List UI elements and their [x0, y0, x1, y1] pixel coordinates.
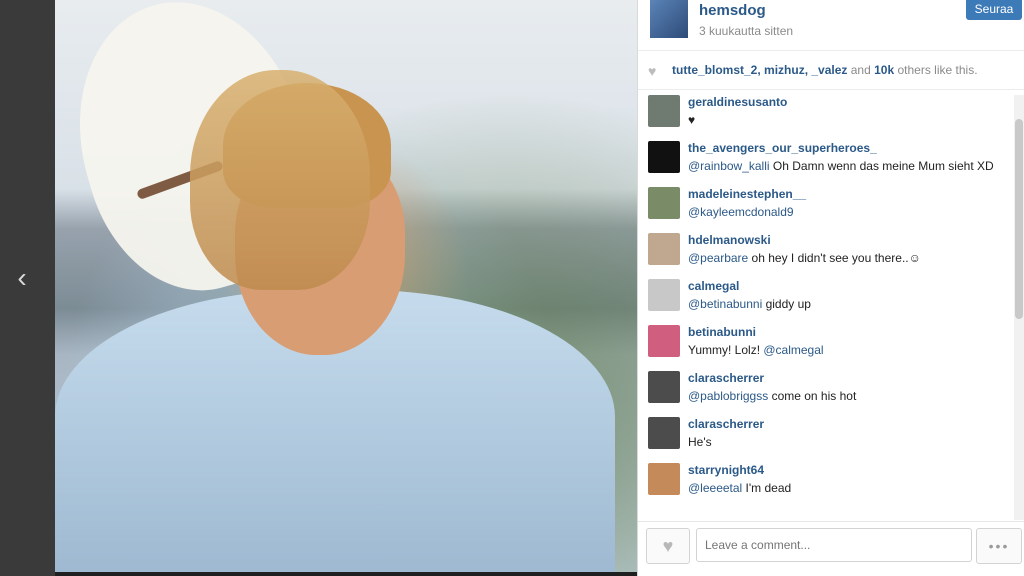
- photo-hair-shape: [223, 83, 391, 208]
- likes-text: tutte_blomst_2, mizhuz, _valez and 10k o…: [672, 63, 978, 77]
- comment-message: I'm dead: [742, 481, 792, 495]
- comment-avatar[interactable]: [648, 463, 680, 495]
- comment-text: @kayleemcdonald9: [688, 204, 1008, 221]
- comment-avatar[interactable]: [648, 233, 680, 265]
- comments-scrollbar[interactable]: [1014, 95, 1024, 520]
- comment-body: betinabunni Yummy! Lolz! @calmegal: [688, 325, 1008, 371]
- comment-item: geraldinesusanto ♥: [638, 95, 1015, 141]
- comment-item: clarascherrer He's: [638, 417, 1015, 463]
- comment-item: betinabunni Yummy! Lolz! @calmegal: [638, 325, 1015, 371]
- comment-body: starrynight64 @leeeetal I'm dead: [688, 463, 1008, 509]
- comment-text: @pearbare oh hey I didn't see you there.…: [688, 250, 1008, 267]
- scrollbar-thumb[interactable]: [1015, 119, 1023, 319]
- post-header: hemsdog 3 kuukautta sitten Seuraa: [638, 0, 1024, 51]
- follow-button[interactable]: Seuraa: [966, 0, 1022, 20]
- likes-count[interactable]: 10k: [874, 63, 894, 77]
- back-chevron-icon[interactable]: ‹: [8, 258, 36, 298]
- more-options-button[interactable]: •••: [976, 528, 1022, 564]
- heart-icon: ♥: [662, 535, 674, 556]
- comment-item: the_avengers_our_superheroes_ @rainbow_k…: [638, 141, 1015, 187]
- comment-body: geraldinesusanto ♥: [688, 95, 1008, 141]
- comment-message: Yummy! Lolz!: [688, 343, 764, 357]
- heart-icon: ♥: [648, 63, 657, 79]
- comment-avatar[interactable]: [648, 325, 680, 357]
- comment-mention[interactable]: @pearbare: [688, 251, 748, 265]
- comment-text: ♥: [688, 112, 1008, 129]
- comment-message: Oh Damn wenn das meine Mum sieht XD: [769, 159, 994, 173]
- liker-1[interactable]: tutte_blomst_2: [672, 63, 757, 77]
- comment-mention[interactable]: @pablobriggss: [688, 389, 768, 403]
- liker-3[interactable]: _valez: [811, 63, 847, 77]
- comment-username[interactable]: madeleinestephen__: [688, 187, 1008, 202]
- comment-mention[interactable]: @leeeetal: [688, 481, 742, 495]
- ellipsis-icon: •••: [988, 538, 1010, 554]
- comment-body: clarascherrer He's: [688, 417, 1008, 463]
- comment-text: @rainbow_kalli Oh Damn wenn das meine Mu…: [688, 158, 1008, 175]
- comment-body: calmegal @betinabunni giddy up: [688, 279, 1008, 325]
- comment-username[interactable]: geraldinesusanto: [688, 95, 1008, 110]
- comment-body: clarascherrer @pablobriggss come on his …: [688, 371, 1008, 417]
- likes-suffix: others like this.: [897, 63, 978, 77]
- comment-mention[interactable]: @rainbow_kalli: [688, 159, 770, 173]
- post-username[interactable]: hemsdog: [699, 2, 766, 19]
- comment-avatar[interactable]: [648, 95, 680, 127]
- comment-item: starrynight64 @leeeetal I'm dead: [638, 463, 1015, 509]
- comment-avatar[interactable]: [648, 279, 680, 311]
- comment-message: giddy up: [762, 297, 811, 311]
- comment-body: hdelmanowski @pearbare oh hey I didn't s…: [688, 233, 1008, 279]
- comment-avatar[interactable]: [648, 417, 680, 449]
- post-photo: [55, 0, 637, 572]
- post-time: 3 kuukautta sitten: [699, 24, 794, 38]
- comment-item: madeleinestephen__ @kayleemcdonald9: [638, 187, 1015, 233]
- comment-item: clarascherrer @pablobriggss come on his …: [638, 371, 1015, 417]
- comment-username[interactable]: the_avengers_our_superheroes_: [688, 141, 1008, 156]
- comment-text: @betinabunni giddy up: [688, 296, 1008, 313]
- comment-username[interactable]: calmegal: [688, 279, 1008, 294]
- comment-username[interactable]: starrynight64: [688, 463, 1008, 478]
- comment-message: He's: [688, 435, 712, 449]
- comments-list[interactable]: geraldinesusanto ♥ the_avengers_our_supe…: [638, 95, 1015, 520]
- comment-avatar[interactable]: [648, 371, 680, 403]
- comment-item: calmegal @betinabunni giddy up: [638, 279, 1015, 325]
- comment-footer: ♥ •••: [638, 521, 1024, 576]
- comment-message: come on his hot: [768, 389, 857, 403]
- comment-message: ♥: [688, 113, 696, 127]
- comment-username[interactable]: betinabunni: [688, 325, 1008, 340]
- comment-item: hdelmanowski @pearbare oh hey I didn't s…: [638, 233, 1015, 279]
- comment-body: madeleinestephen__ @kayleemcdonald9: [688, 187, 1008, 233]
- likes-and: and: [850, 63, 871, 77]
- like-button[interactable]: ♥: [646, 528, 690, 564]
- comment-avatar[interactable]: [648, 141, 680, 173]
- post-sidebar: hemsdog 3 kuukautta sitten Seuraa ♥ tutt…: [637, 0, 1024, 576]
- comment-text: @leeeetal I'm dead: [688, 480, 1008, 497]
- comment-text: Yummy! Lolz! @calmegal: [688, 342, 1008, 359]
- comment-text: He's: [688, 434, 1008, 451]
- liker-2[interactable]: mizhuz: [764, 63, 805, 77]
- comment-input[interactable]: [696, 528, 972, 562]
- comment-avatar[interactable]: [648, 187, 680, 219]
- comment-mention[interactable]: @kayleemcdonald9: [688, 205, 794, 219]
- photo-hat-band: [136, 159, 224, 201]
- comment-message: oh hey I didn't see you there..☺: [748, 251, 921, 265]
- comment-username[interactable]: hdelmanowski: [688, 233, 1008, 248]
- user-avatar[interactable]: [650, 0, 688, 38]
- photo-viewer: ‹ hemsdog 3 kuukautta sitten Seuraa ♥ tu…: [0, 0, 1024, 576]
- comment-username[interactable]: clarascherrer: [688, 417, 1008, 432]
- comment-text: @pablobriggss come on his hot: [688, 388, 1008, 405]
- comment-mention[interactable]: @betinabunni: [688, 297, 762, 311]
- comment-body: the_avengers_our_superheroes_ @rainbow_k…: [688, 141, 1008, 187]
- likes-row: ♥ tutte_blomst_2, mizhuz, _valez and 10k…: [638, 51, 1024, 90]
- comment-username[interactable]: clarascherrer: [688, 371, 1008, 386]
- comment-mention[interactable]: @calmegal: [763, 343, 823, 357]
